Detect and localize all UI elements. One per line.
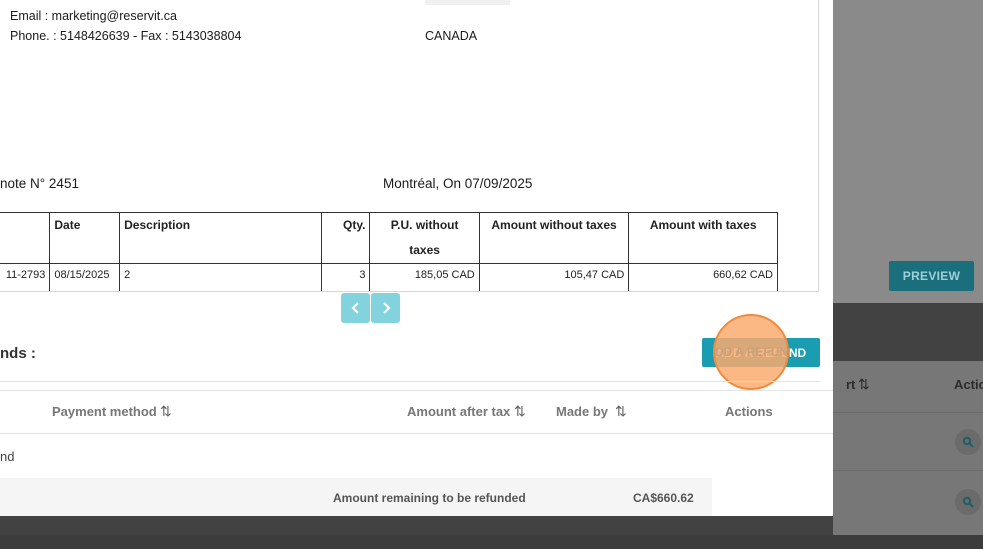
cell-description: 2 (119, 263, 323, 291)
background-header-bar (833, 303, 983, 361)
remaining-value: CA$660.62 (633, 491, 694, 505)
sort-icon[interactable]: ⇅ (858, 376, 870, 393)
background-page (833, 0, 983, 303)
col-description: Description (119, 212, 323, 264)
view-icon[interactable] (955, 489, 981, 515)
address-fragment (425, 0, 510, 5)
click-indicator-label: ADD A REFUND (714, 345, 789, 359)
view-icon[interactable] (955, 429, 981, 455)
col-date: Date (49, 212, 121, 264)
previous-page-button[interactable] (341, 293, 370, 323)
cell-amount-without-taxes: 105,47 CAD (478, 263, 630, 291)
col-amount-without-taxes: Amount without taxes (478, 212, 630, 264)
background-row-divider (833, 412, 983, 413)
next-page-button[interactable] (371, 293, 400, 323)
remaining-label: Amount remaining to be refunded (333, 491, 526, 505)
row-text: nd (0, 449, 15, 464)
col-made-by[interactable]: Made by (556, 404, 608, 419)
cell-unit-price: 185,05 CAD (369, 263, 480, 291)
col-qty: Qty. (321, 212, 371, 264)
background-column-header[interactable]: rt (846, 377, 855, 392)
background-footer (0, 535, 983, 549)
cell-amount-with-taxes: 660,62 CAD (628, 263, 778, 291)
cell-date: 08/15/2025 (49, 263, 121, 291)
modal-shadow (0, 516, 833, 535)
cell-reference: 11-2793 (0, 263, 51, 291)
background-actions-header: Actio (954, 377, 983, 392)
invoice-table: ce Date Description Qty. P.U. without ta… (0, 212, 778, 291)
col-amount-after-tax[interactable]: Amount after tax (407, 404, 510, 419)
credit-note-number: note N° 2451 (0, 176, 79, 191)
chevron-right-icon (382, 302, 390, 314)
click-indicator: ADD A REFUND (713, 314, 789, 390)
table-row: 11-2793 08/15/2025 2 3 185,05 CAD 105,47… (0, 263, 778, 291)
table-row: nd (0, 435, 833, 478)
cell-qty: 3 (321, 263, 371, 291)
col-amount-with-taxes: Amount with taxes (628, 212, 778, 264)
country-line: CANADA (425, 29, 478, 43)
refunds-table-header: Payment method ⇅ Amount after tax ⇅ Made… (0, 390, 833, 434)
email-line: Email : marketing@reservit.ca (10, 9, 177, 23)
sort-icon[interactable]: ⇅ (615, 403, 627, 420)
background-row-divider (833, 470, 983, 471)
col-unit-price: P.U. without taxes (369, 212, 480, 264)
col-actions: Actions (725, 404, 773, 419)
refund-modal: Email : marketing@reservit.ca Phone. : 5… (0, 0, 833, 516)
refunds-summary-row: Amount remaining to be refunded CA$660.6… (0, 478, 712, 516)
refunds-title: nds : (0, 345, 36, 362)
phone-line: Phone. : 5148426639 - Fax : 5143038804 (10, 29, 242, 43)
sort-icon[interactable]: ⇅ (514, 403, 526, 420)
preview-button[interactable]: PREVIEW (889, 261, 974, 291)
place-date: Montréal, On 07/09/2025 (383, 176, 533, 191)
col-payment-method[interactable]: Payment method (52, 404, 157, 419)
credit-note-preview: Email : marketing@reservit.ca Phone. : 5… (0, 0, 819, 292)
sort-icon[interactable]: ⇅ (160, 403, 172, 420)
chevron-left-icon (351, 302, 359, 314)
section-divider (0, 381, 820, 382)
col-reference: ce (0, 212, 51, 264)
